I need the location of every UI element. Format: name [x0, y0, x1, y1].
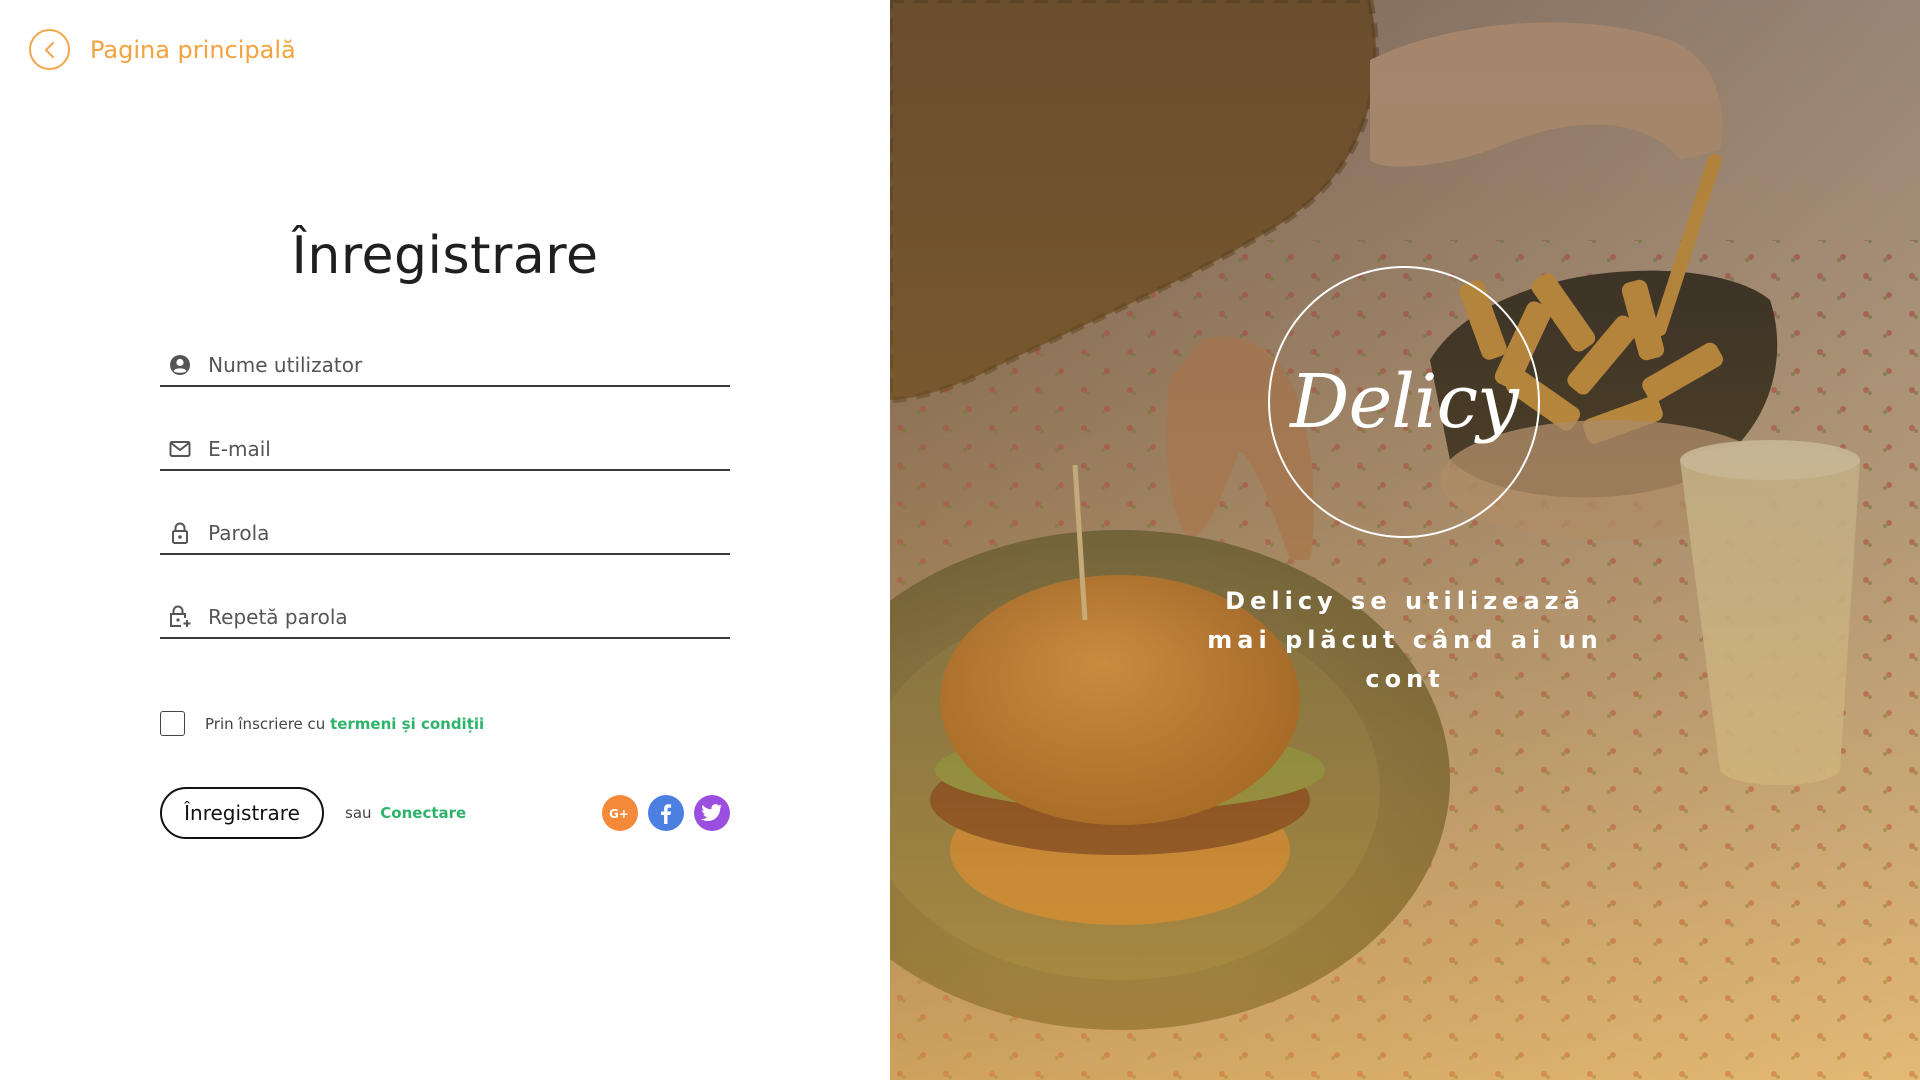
hero-panel: Delicy Delicy se utilizează mai plăcut c…	[890, 0, 1920, 1080]
page-title: Înregistrare	[291, 226, 599, 286]
social-buttons: G+	[592, 795, 730, 831]
google-plus-icon[interactable]: G+	[602, 795, 638, 831]
registration-panel: Pagina principală Înregistrare Prin însc…	[0, 0, 890, 1080]
chevron-left-icon[interactable]	[29, 29, 70, 70]
facebook-icon[interactable]	[648, 795, 684, 831]
repeat-password-field	[160, 597, 730, 639]
register-button[interactable]: Înregistrare	[160, 787, 324, 839]
terms-link[interactable]: termeni și condiții	[330, 715, 484, 733]
terms-prefix: Prin înscriere cu	[205, 714, 326, 733]
repeat-password-input[interactable]	[208, 605, 730, 629]
home-link-label[interactable]: Pagina principală	[90, 36, 296, 64]
or-text: sau Conectare	[345, 804, 466, 822]
lock-icon	[168, 520, 192, 546]
lock-plus-icon	[168, 604, 192, 630]
terms-row: Prin înscriere cu termeni și condiții	[160, 711, 484, 736]
password-input[interactable]	[208, 521, 730, 545]
actions-row: Înregistrare sau Conectare G+	[160, 787, 730, 839]
username-field	[160, 345, 730, 387]
login-link[interactable]: Conectare	[380, 804, 466, 822]
food-photo	[890, 0, 1920, 1080]
terms-text: Prin înscriere cu termeni și condiții	[205, 715, 484, 733]
email-input[interactable]	[208, 437, 730, 461]
brand-logo: Delicy	[1268, 266, 1540, 538]
terms-checkbox[interactable]	[160, 711, 185, 736]
hero-tagline: Delicy se utilizează mai plăcut când ai …	[1207, 587, 1603, 693]
user-icon	[168, 352, 192, 378]
email-field	[160, 429, 730, 471]
svg-text:G+: G+	[609, 807, 629, 821]
or-label: sau	[345, 804, 372, 822]
home-link[interactable]: Pagina principală	[29, 29, 296, 70]
username-input[interactable]	[208, 353, 730, 377]
brand-logo-text: Delicy	[1290, 359, 1519, 445]
password-field	[160, 513, 730, 555]
twitter-icon[interactable]	[694, 795, 730, 831]
mail-icon	[168, 436, 192, 462]
